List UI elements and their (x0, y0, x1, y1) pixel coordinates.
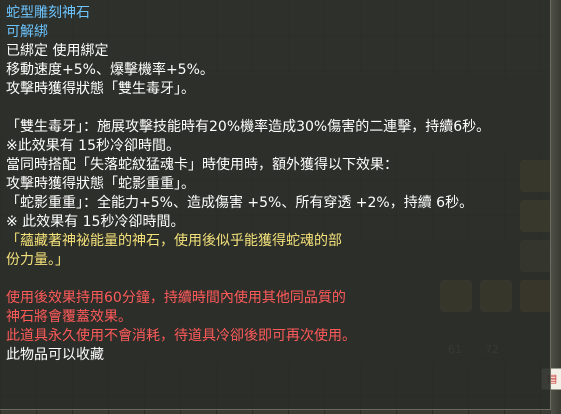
combo-condition: 當同時搭配「失落蛇紋猛魂卡」時使用時，額外獲得以下效果： (6, 157, 398, 173)
duration-warning-line: 神石將會覆蓋效果。 (6, 309, 132, 325)
collectible-line: 此物品可以收藏 (6, 347, 104, 363)
tradable-status: 可解綁 (6, 24, 48, 40)
scrollbar[interactable] (551, 0, 561, 414)
twin-fang-cooldown: ※此效果有 15秒冷卻時間。 (6, 138, 180, 154)
stat-line: 移動速度+5%、爆擊機率+5%。 (6, 62, 214, 78)
twin-fang-description: 「雙生毒牙」：施展攻擊技能時有20%機率造成30%傷害的二連擊，持續6秒。 (6, 119, 491, 135)
attack-state-line: 攻擊時獲得狀態「雙生毒牙」。 (6, 81, 195, 97)
bound-status: 已綁定 使用綁定 (6, 43, 109, 59)
combo-attack-state: 攻擊時獲得狀態「蛇影重重」。 (6, 176, 195, 192)
item-title: 蛇型雕刻神石 (6, 5, 90, 21)
snake-shadow-description: 「蛇影重重」：全能力+5%、造成傷害 +5%、所有穿透 +2%，持續 6秒。 (6, 195, 474, 211)
flavor-text-line: 份力量。」 (6, 252, 69, 268)
item-tooltip: 蛇型雕刻神石 可解綁 已綁定 使用綁定 移動速度+5%、爆擊機率+5%。 攻擊時… (0, 0, 551, 410)
snake-shadow-cooldown: ※ 此效果有 15秒冷卻時間。 (6, 214, 185, 230)
permanent-use-line: 此道具永久使用不會消耗，待道具冷卻後即可再次使用。 (6, 328, 356, 344)
flavor-text-line: 「蘊藏著神祕能量的神石，使用後似乎能獲得蛇魂的部 (6, 233, 342, 249)
duration-warning-line: 使用後效果持用60分鐘，持續時間內使用其他同品質的 (6, 290, 346, 306)
